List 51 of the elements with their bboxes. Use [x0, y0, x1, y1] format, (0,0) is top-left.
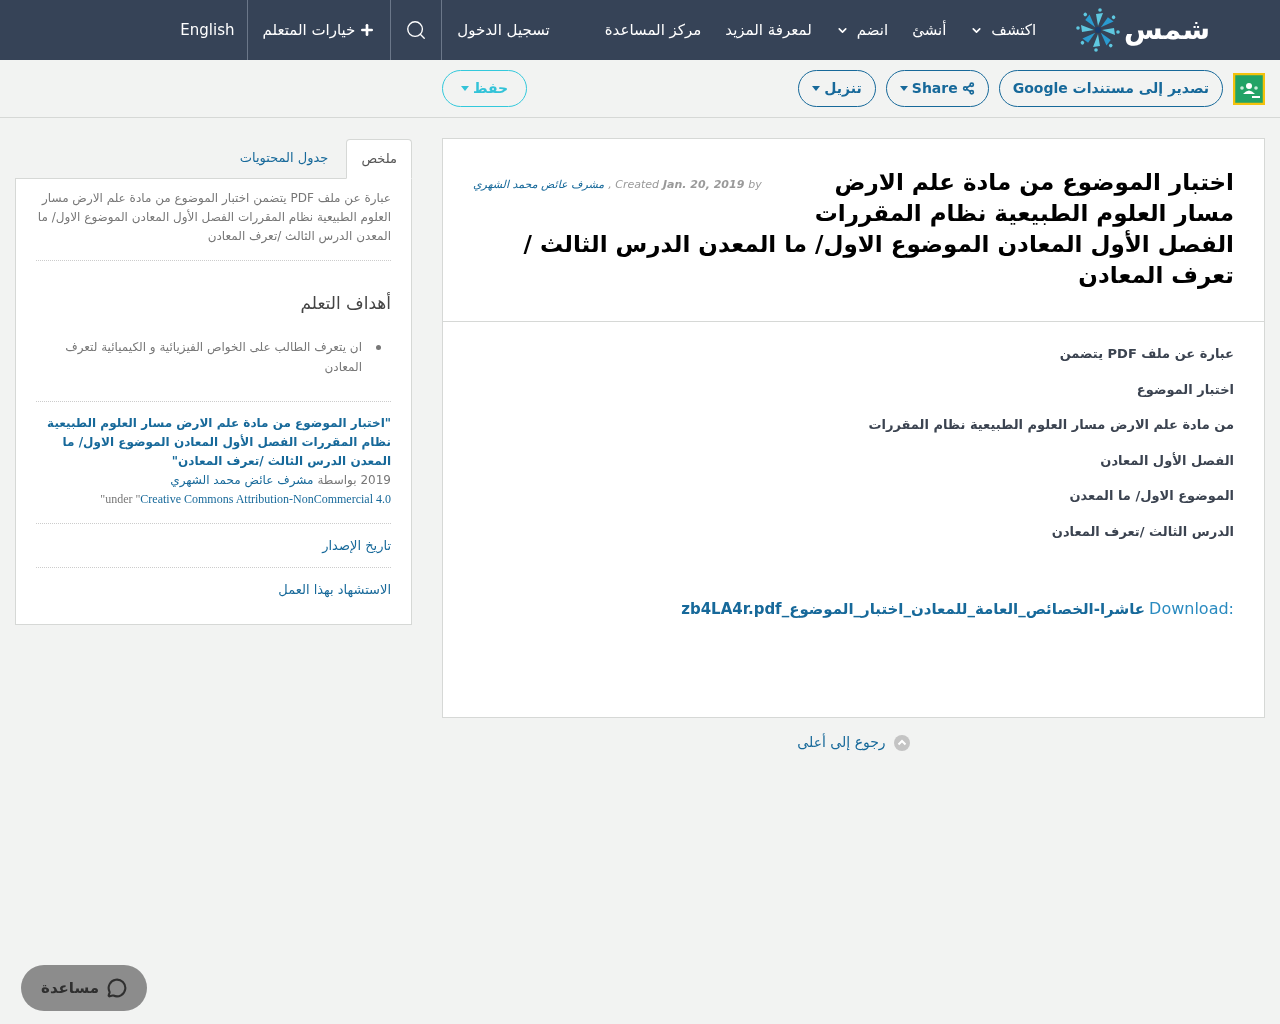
license-link[interactable]: Creative Commons Attribution-NonCommercial 4.0 [140, 489, 391, 509]
license-prefix: "under " [100, 490, 141, 508]
article-title-line: اختبار الموضوع من مادة علم الارض [834, 168, 1234, 198]
plus-icon [359, 22, 376, 38]
nav-link[interactable]: مركز المساعدة [604, 18, 702, 42]
nav-link[interactable]: أنشئ [912, 18, 947, 42]
nav-link[interactable]: انضم [835, 18, 889, 42]
logo-icon [1076, 8, 1121, 52]
nav-link[interactable]: اكتشف [970, 18, 1037, 42]
chevron-up-circle-icon [893, 734, 910, 751]
login-link[interactable]: تسجيل الدخول [442, 0, 565, 60]
search-icon [405, 19, 428, 41]
sidebar-tab[interactable]: جدول المحتويات [221, 138, 347, 178]
body-paragraph: اختبار الموضوع [1135, 380, 1234, 399]
objective-item: ان يتعرف الطالب على الخواص الفيزيائية و الكيميائية لتعرف المعادن [64, 338, 362, 376]
author-link[interactable]: مشرف عائض محمد الشهري [473, 177, 605, 193]
body-paragraph: الدرس الثالث /تعرف المعادن [1050, 522, 1234, 541]
back-to-top-link[interactable]: رجوع إلى أعلى [797, 732, 910, 753]
citation-by: 2019 بواسطة [317, 471, 391, 489]
download-link[interactable]: عاشرا-الخصائص_العامة_للمعادن_اختبار_الموضوع_zb4LA4r.pdf [681, 598, 1146, 621]
caret-icon [812, 86, 821, 91]
sidebar-link[interactable]: تاريخ الإصدار [36, 523, 391, 568]
created-date: Jan. 20, 2019 [663, 177, 745, 193]
article-title-line: مسار العلوم الطبيعية نظام المقررات [814, 199, 1234, 229]
body-paragraph: من مادة علم الارض مسار العلوم الطبيعية نظام المقررات [867, 416, 1234, 435]
meta-by: by [748, 177, 762, 193]
citation-title-link[interactable]: "اختبار الموضوع من مادة علم الارض مسار العلوم الطبيعية نظام المقررات الفصل الأول المعادن الموضوع الاول/ ما المعدن الدرس الثالث /تعرف المعادن" [36, 413, 391, 471]
search-button[interactable] [390, 0, 443, 60]
citation-author-link[interactable]: مشرف عائض محمد الشهري [170, 470, 314, 490]
article-title-line: تعرف المعادن [1078, 261, 1234, 291]
summary-text: عبارة عن ملف PDF يتضمن اختبار الموضوع من مادة علم الارض مسار العلوم الطبيعية نظام المقررات الفصل الأول المعادن الموضوع الاول/ ما المعدن الدرس الثالث /تعرف المعادن [36, 179, 391, 261]
article-title-line: الفصل الأول المعادن الموضوع الاول/ ما المعدن الدرس الثالث / [523, 229, 1234, 260]
objectives-heading: أهداف التعلم [299, 291, 391, 315]
share-icon [961, 82, 975, 95]
meta-created: , Created [608, 177, 659, 193]
sidebar-tab[interactable]: ملخص [346, 139, 412, 179]
body-paragraph: الفصل الأول المعادن [1099, 451, 1234, 470]
chat-bubble-icon [107, 978, 127, 998]
download-label: Download: [1149, 598, 1234, 620]
caret-icon [899, 86, 908, 91]
body-paragraph: الموضوع الاول/ ما المعدن [1068, 487, 1234, 505]
help-button[interactable]: مساعدة [21, 965, 147, 1011]
logo-text[interactable]: شمس [1124, 9, 1210, 51]
nav-link[interactable]: لمعرفة المزيد [725, 18, 812, 42]
classroom-icon[interactable] [1233, 72, 1265, 105]
language-link[interactable]: English [168, 0, 247, 60]
body-paragraph: عبارة عن ملف PDF يتضمن [1058, 345, 1234, 363]
caret-icon [461, 86, 469, 91]
learner-options-button[interactable]: خيارات المتعلم [246, 0, 391, 60]
sidebar-link[interactable]: الاستشهاد بهذا العمل [36, 568, 391, 612]
bullet-icon [376, 344, 381, 350]
